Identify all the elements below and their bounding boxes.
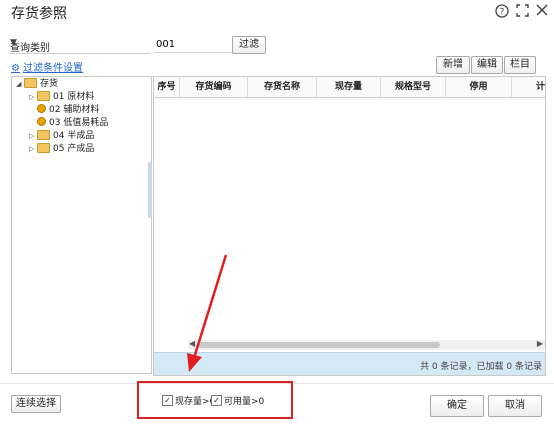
ok-button[interactable]: 确定 <box>430 395 484 417</box>
scrollbar-thumb[interactable] <box>198 342 440 348</box>
filter-settings-link[interactable]: ⚙ 过滤条件设置 <box>11 59 83 74</box>
folder-icon <box>37 142 50 153</box>
cancel-button[interactable]: 取消 <box>488 395 542 417</box>
column-header[interactable]: 规格型号 <box>381 77 446 97</box>
column-header[interactable]: 现存量 <box>317 77 381 97</box>
query-value-input[interactable] <box>154 36 232 53</box>
new-button[interactable]: 新增 <box>436 56 470 74</box>
query-category-select[interactable]: 查询类别 ▼ <box>10 36 150 54</box>
tree-node-item[interactable]: 03 低值易耗品 <box>37 117 108 130</box>
folder-icon <box>37 90 50 101</box>
tree-node-item[interactable]: ▷ 04 半成品 <box>29 129 94 143</box>
inventory-grid: 序号 存货编码 存货名称 现存量 规格型号 停用 计 ◀ ▶ 共 0 条记录，已… <box>153 76 546 376</box>
collapse-triangle-icon[interactable]: ▷ <box>29 91 37 104</box>
grid-status-bar: 共 0 条记录，已加载 0 条记录 <box>154 352 545 375</box>
tree-node-item[interactable]: ▷ 05 产成品 <box>29 142 94 156</box>
scroll-left-icon[interactable]: ◀ <box>189 339 195 348</box>
horizontal-scrollbar[interactable]: ◀ ▶ <box>188 339 545 350</box>
leaf-dot-icon <box>37 104 46 113</box>
grid-header: 序号 存货编码 存货名称 现存量 规格型号 停用 计 <box>154 77 545 98</box>
tree-node-item[interactable]: ▷ 01 原材料 <box>29 90 94 104</box>
chevron-down-icon: ▼ <box>10 38 17 48</box>
leaf-dot-icon <box>37 117 46 126</box>
filter-settings-label: 过滤条件设置 <box>22 63 83 74</box>
question-circle-icon[interactable]: ? <box>494 4 510 20</box>
tree-node-root[interactable]: ◢ 存货 <box>16 77 58 91</box>
filter-button[interactable]: 过滤 <box>232 36 266 54</box>
expand-triangle-icon[interactable]: ◢ <box>16 78 24 91</box>
folder-open-icon <box>24 77 37 88</box>
gear-icon: ⚙ <box>11 63 20 74</box>
tree-node-item[interactable]: 02 辅助材料 <box>37 104 99 117</box>
collapse-triangle-icon[interactable]: ▷ <box>29 143 37 156</box>
title-bar: 存货参照 ? <box>0 0 554 24</box>
collapse-triangle-icon[interactable]: ▷ <box>29 130 37 143</box>
continuous-select-button[interactable]: 连续选择 <box>11 395 61 413</box>
maximize-icon[interactable] <box>514 4 530 20</box>
window-title: 存货参照 <box>11 6 67 22</box>
folder-icon <box>37 129 50 140</box>
select-underline <box>10 53 150 54</box>
category-tree: ◢ 存货 ▷ 01 原材料 02 辅助材料 03 低值易耗品 ▷ 04 半成品 ▷ 05… <box>11 76 152 374</box>
svg-text:?: ? <box>500 8 505 18</box>
panel-splitter-handle[interactable] <box>148 162 152 218</box>
record-count-text: 共 0 条记录，已加载 0 条记录 <box>420 362 542 372</box>
columns-button[interactable]: 栏目 <box>504 56 536 74</box>
close-icon[interactable] <box>534 4 550 20</box>
annotation-highlight-box <box>137 381 293 419</box>
column-header[interactable]: 计 <box>512 77 545 97</box>
scroll-right-icon[interactable]: ▶ <box>537 339 543 348</box>
column-header[interactable]: 序号 <box>154 77 180 97</box>
column-header[interactable]: 存货名称 <box>248 77 317 97</box>
column-header[interactable]: 停用 <box>446 77 512 97</box>
edit-button[interactable]: 编辑 <box>471 56 503 74</box>
column-header[interactable]: 存货编码 <box>180 77 248 97</box>
